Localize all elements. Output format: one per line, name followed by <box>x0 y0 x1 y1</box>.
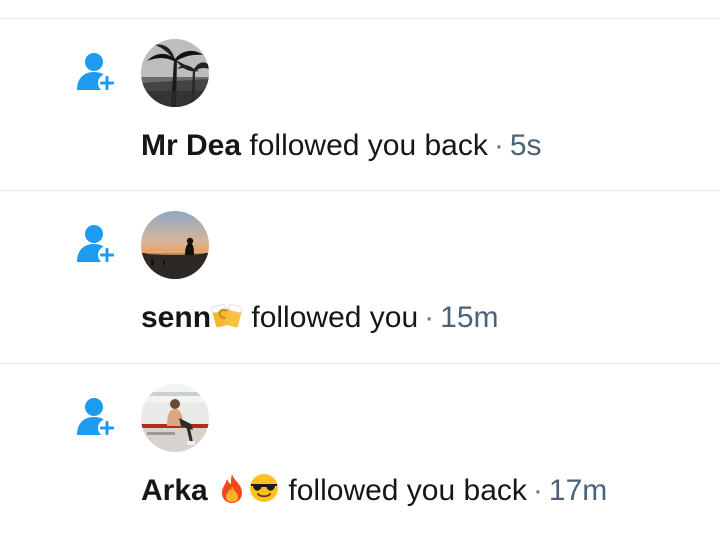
avatar-palm-trees-bw <box>141 39 209 107</box>
avatar-person-sitting <box>141 384 209 452</box>
notification-text: senn followed you · 15m <box>141 298 499 338</box>
beer-mugs-emoji <box>211 304 243 328</box>
avatar-sunset-beach <box>141 211 209 279</box>
timestamp[interactable]: 5s <box>510 129 542 162</box>
action-text: followed you <box>251 301 419 334</box>
user-name[interactable]: senn <box>141 301 211 334</box>
user-name[interactable]: Arka <box>141 474 208 507</box>
separator: · <box>424 301 435 334</box>
notifications-feed: Mr Dea followed you back · 5s senn follo… <box>0 0 720 540</box>
timestamp[interactable]: 17m <box>549 474 607 507</box>
fire-emoji <box>222 474 243 503</box>
notification-text: Mr Dea followed you back · 5s <box>141 126 542 166</box>
sunglasses-face-emoji <box>250 474 279 502</box>
action-text: followed you back <box>288 474 527 507</box>
action-text: followed you back <box>249 129 488 162</box>
notification-item[interactable]: Arka followed you back · 17m <box>0 364 720 536</box>
follow-user-icon <box>77 225 116 264</box>
timestamp[interactable]: 15m <box>440 301 498 334</box>
separator: · <box>493 129 504 162</box>
avatar[interactable] <box>141 384 209 452</box>
notification-item[interactable]: senn followed you · 15m <box>0 191 720 363</box>
separator: · <box>532 474 543 507</box>
avatar[interactable] <box>141 211 209 279</box>
notification-item[interactable]: Mr Dea followed you back · 5s <box>0 19 720 191</box>
notification-text: Arka followed you back · 17m <box>141 471 607 511</box>
user-name[interactable]: Mr Dea <box>141 129 241 162</box>
follow-user-icon <box>77 53 116 92</box>
follow-user-icon <box>77 398 116 437</box>
avatar[interactable] <box>141 39 209 107</box>
